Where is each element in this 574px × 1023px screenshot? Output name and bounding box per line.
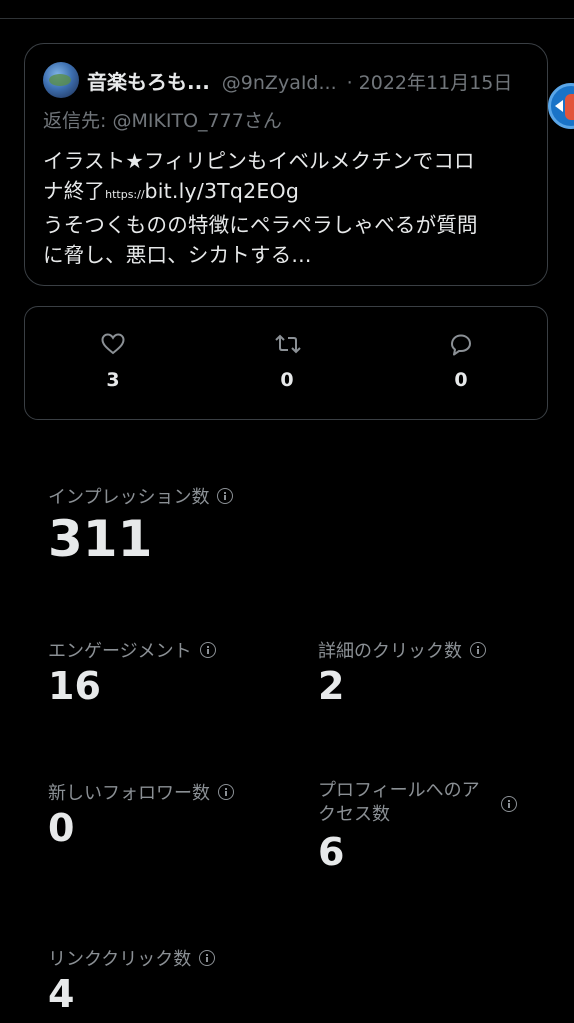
- detail-clicks-label-text: 詳細のクリック数: [318, 641, 462, 662]
- tweet-text-line: ナ終了https://bit.ly/3Tq2EOg: [43, 176, 538, 210]
- tweet-link-prefix[interactable]: https://: [105, 188, 144, 201]
- engagements-label: エンゲージメント: [48, 637, 216, 663]
- info-icon[interactable]: [218, 784, 234, 800]
- tweet-text-line: イラスト★フィリピンもイベルメクチンでコロ: [43, 149, 475, 173]
- profile-visits-label: プロフィールへのア クセス数: [318, 779, 480, 827]
- new-followers-value: 0: [48, 806, 75, 850]
- like-metric[interactable]: 3: [53, 307, 173, 421]
- link-clicks-label-text: リンククリック数: [48, 949, 192, 970]
- reply-metric[interactable]: 0: [401, 307, 521, 421]
- profile-visits-value: 6: [318, 830, 345, 874]
- author-name[interactable]: 音楽もろも...: [87, 66, 210, 95]
- tweet-text-line: に脅し、悪口、シカトする...: [43, 243, 312, 267]
- link-clicks-value: 4: [48, 972, 75, 1016]
- tweet-text-line: うそつくものの特徴にペラペラしゃべるが質問: [43, 213, 478, 237]
- engagements-label-text: エンゲージメント: [48, 641, 192, 662]
- impressions-label-text: インプレッション数: [48, 487, 210, 508]
- impressions-label: インプレッション数: [48, 483, 234, 509]
- link-clicks-label: リンククリック数: [48, 945, 216, 971]
- info-icon[interactable]: [199, 642, 216, 658]
- separator-dot: ·: [346, 72, 353, 94]
- top-divider: [0, 18, 574, 19]
- info-icon[interactable]: [470, 642, 486, 658]
- info-icon[interactable]: [501, 796, 517, 812]
- info-icon[interactable]: [199, 950, 216, 966]
- tweet-date[interactable]: 2022年11月15日: [359, 68, 513, 95]
- heart-icon: [101, 333, 125, 355]
- tweet-text-segment: ナ終了: [43, 179, 106, 203]
- engagement-bar: 3 0 0: [24, 306, 548, 420]
- avatar[interactable]: [43, 62, 79, 98]
- like-count: 3: [106, 369, 120, 391]
- author-handle[interactable]: @9nZyaId...: [222, 72, 337, 94]
- retweet-icon: [275, 334, 301, 354]
- reply-to[interactable]: 返信先: @MIKITO_777さん: [43, 106, 282, 133]
- tweet-link[interactable]: bit.ly/3Tq2EOg: [145, 179, 300, 203]
- tweet-header: 音楽もろも... @9nZyaId... · 2022年11月15日: [87, 66, 537, 96]
- new-followers-label-text: 新しいフォロワー数: [48, 783, 210, 804]
- retweet-metric[interactable]: 0: [227, 307, 347, 421]
- retweet-count: 0: [280, 369, 294, 391]
- detail-clicks-value: 2: [318, 664, 345, 708]
- tweet-card[interactable]: 音楽もろも... @9nZyaId... · 2022年11月15日 返信先: …: [24, 43, 548, 286]
- badge-icon: [565, 94, 574, 120]
- impressions-value: 311: [48, 510, 153, 568]
- profile-visits-label-line: クセス数: [318, 804, 390, 825]
- new-followers-label: 新しいフォロワー数: [48, 779, 234, 805]
- info-icon[interactable]: [217, 488, 234, 504]
- reply-icon: [451, 334, 471, 356]
- engagements-value: 16: [48, 664, 101, 708]
- profile-visits-label-line: プロフィールへのア: [318, 780, 480, 801]
- tweet-text: イラスト★フィリピンもイベルメクチンでコロ ナ終了https://bit.ly/…: [43, 146, 538, 270]
- chevron-left-icon: [555, 100, 563, 112]
- detail-clicks-label: 詳細のクリック数: [318, 637, 486, 663]
- reply-count: 0: [454, 369, 468, 391]
- floating-app-badge[interactable]: [548, 83, 574, 129]
